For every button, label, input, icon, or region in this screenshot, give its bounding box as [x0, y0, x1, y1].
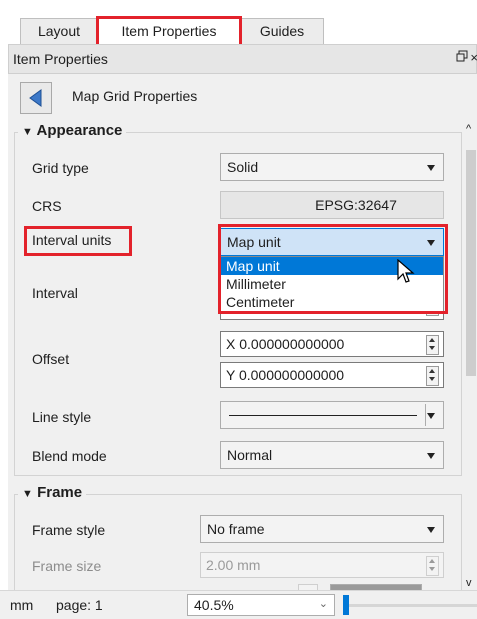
frame-group-title[interactable]: ▼ Frame [18, 484, 87, 501]
panel-header: Item Properties × [8, 44, 477, 74]
frame-style-value: No frame [207, 521, 265, 537]
spin-up-icon [429, 369, 435, 373]
page-text: page: 1 [56, 597, 103, 613]
properties-title: Map Grid Properties [72, 88, 198, 104]
crs-label: CRS [32, 198, 62, 214]
tab-label: Guides [259, 23, 305, 39]
float-icon[interactable] [456, 50, 468, 65]
spin-down-icon [429, 346, 435, 350]
back-button[interactable] [20, 82, 52, 114]
line-style-preview [229, 415, 417, 416]
mouse-cursor-icon [396, 258, 416, 288]
tab-bar: Layout Item Properties Guides [0, 0, 477, 48]
frame-style-label: Frame style [32, 522, 106, 538]
appearance-title-text: Appearance [36, 122, 123, 139]
divider [425, 404, 426, 426]
collapse-arrow-icon: ▼ [22, 488, 33, 500]
grid-type-label: Grid type [32, 160, 89, 176]
panel-title: Item Properties [13, 51, 108, 67]
spin-buttons[interactable] [426, 366, 439, 386]
tab-layout[interactable]: Layout [20, 18, 98, 44]
offset-x-spinbox[interactable]: X 0.000000000000 [220, 331, 444, 357]
line-style-button[interactable] [220, 401, 444, 429]
close-icon[interactable]: × [470, 50, 477, 65]
frame-title-text: Frame [37, 484, 83, 501]
appearance-group-title[interactable]: ▼ Appearance [18, 122, 127, 139]
status-bar: mm page: 1 40.5% ⌄ [0, 590, 477, 619]
offset-y-value: Y 0.000000000000 [226, 367, 345, 383]
chevron-down-icon [427, 527, 435, 533]
grid-type-value: Solid [227, 159, 259, 175]
interval-units-label: Interval units [32, 232, 112, 248]
collapse-arrow-icon: ▼ [22, 126, 33, 138]
crs-button[interactable]: EPSG:32647 [220, 191, 444, 219]
frame-size-label: Frame size [32, 558, 102, 574]
units-text: mm [10, 597, 34, 613]
scrollbar-thumb[interactable] [466, 150, 476, 376]
chevron-down-icon [427, 453, 435, 459]
tab-label: Layout [37, 23, 81, 39]
chevron-down-icon: ⌄ [318, 598, 328, 610]
spin-up-icon [429, 338, 435, 342]
blend-mode-combo[interactable]: Normal [220, 441, 444, 469]
line-style-label: Line style [32, 409, 92, 425]
blend-mode-value: Normal [227, 447, 273, 463]
interval-label: Interval [32, 285, 78, 301]
zoom-slider-handle[interactable] [343, 595, 349, 615]
frame-size-value: 2.00 mm [206, 557, 261, 573]
offset-x-value: X 0.000000000000 [226, 336, 345, 352]
properties-header: Map Grid Properties [8, 74, 477, 120]
frame-style-combo[interactable]: No frame [200, 515, 444, 543]
spin-down-icon [429, 567, 435, 571]
scroll-up-icon[interactable]: ^ [466, 124, 471, 135]
offset-y-spinbox[interactable]: Y 0.000000000000 [220, 362, 444, 388]
zoom-slider-track[interactable] [345, 604, 477, 607]
crs-value: EPSG:32647 [315, 197, 397, 213]
spin-buttons[interactable] [426, 556, 439, 576]
spin-up-icon [429, 559, 435, 563]
scroll-down-icon[interactable]: v [466, 578, 472, 589]
tab-guides[interactable]: Guides [240, 18, 324, 44]
offset-label: Offset [32, 351, 70, 367]
blend-mode-label: Blend mode [32, 448, 107, 464]
spin-buttons[interactable] [426, 335, 439, 355]
chevron-down-icon [427, 413, 435, 419]
grid-type-combo[interactable]: Solid [220, 153, 444, 181]
frame-size-spinbox[interactable]: 2.00 mm [200, 552, 444, 578]
chevron-down-icon [427, 165, 435, 171]
spin-down-icon [429, 377, 435, 381]
zoom-combo[interactable]: 40.5% ⌄ [187, 594, 335, 616]
zoom-value: 40.5% [194, 597, 234, 613]
